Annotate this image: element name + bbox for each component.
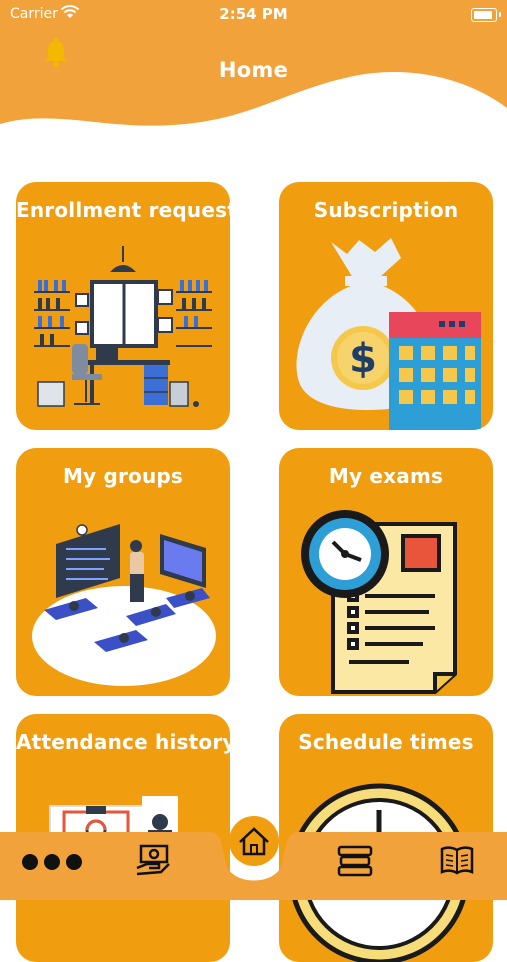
more-dots-icon[interactable]: [20, 850, 84, 874]
status-bar: Carrier 2:54 PM: [0, 0, 507, 30]
tile-my-exams[interactable]: My exams: [279, 448, 493, 696]
bottom-navigation: [0, 816, 507, 900]
tile-subscription[interactable]: Subscription $: [279, 182, 493, 430]
home-button[interactable]: [229, 816, 279, 866]
battery-tip: [499, 12, 501, 17]
home-icon: [239, 827, 269, 856]
page-title: Home: [218, 58, 289, 82]
status-time: 2:54 PM: [219, 5, 288, 23]
svg-text:$: $: [349, 336, 377, 382]
tile-my-groups[interactable]: My groups: [16, 448, 230, 696]
money-bag-calendar-illustration: $: [296, 238, 481, 430]
classroom-illustration: [32, 524, 216, 686]
office-illustration: [34, 246, 212, 407]
tile-enrollment-requests[interactable]: Enrollment requestes: [16, 182, 230, 430]
stack-icon[interactable]: [336, 844, 374, 878]
clock-exam-sheet-illustration: [301, 510, 457, 694]
open-book-icon[interactable]: [440, 844, 474, 876]
money-hand-icon[interactable]: [135, 842, 171, 878]
battery-icon: [471, 8, 497, 22]
